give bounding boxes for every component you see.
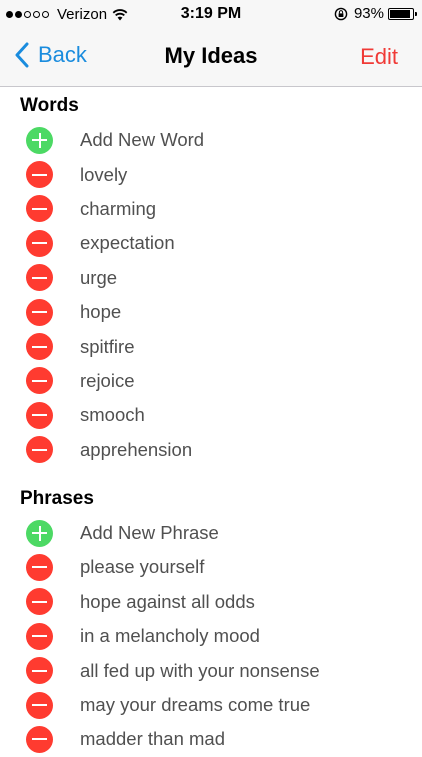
remove-icon[interactable] — [26, 367, 53, 395]
list-item-label: may your dreams come true — [80, 694, 311, 716]
phrases-section-header: Phrases — [20, 487, 94, 509]
list-item[interactable]: smooch — [0, 398, 422, 432]
list-item-label: lovely — [80, 163, 128, 185]
edit-button[interactable]: Edit — [360, 44, 398, 70]
list-item-label: hope — [80, 301, 122, 323]
list-item[interactable]: spitfire — [0, 329, 422, 363]
status-bar: Verizon 3:19 PM 93% — [0, 0, 422, 28]
remove-icon[interactable] — [26, 333, 53, 361]
list-item-label: rejoice — [80, 369, 135, 391]
phrases-list: Add New Phrase please yourself hope again… — [0, 516, 422, 757]
remove-icon[interactable] — [26, 622, 53, 650]
list-item-label: please yourself — [80, 556, 205, 578]
list-item[interactable]: urge — [0, 261, 422, 295]
remove-icon[interactable] — [26, 553, 53, 581]
list-item-label: all fed up with your nonsense — [80, 659, 320, 681]
list-item-label: charming — [80, 197, 157, 219]
remove-icon[interactable] — [26, 725, 53, 753]
list-item-label: urge — [80, 266, 118, 288]
ideas-list: Words Add New Word lovely charming expecta… — [0, 87, 422, 757]
list-item-label: hope against all odds — [80, 590, 255, 612]
remove-icon[interactable] — [26, 161, 53, 189]
battery-nub — [415, 11, 417, 16]
remove-icon[interactable] — [26, 657, 53, 685]
words-list: Add New Word lovely charming expectation ur… — [0, 123, 422, 467]
list-item-label: spitfire — [80, 335, 135, 357]
add-new-word-label: Add New Word — [80, 129, 205, 151]
remove-icon[interactable] — [26, 264, 53, 292]
words-section-header: Words — [20, 95, 79, 116]
list-item[interactable]: please yourself — [0, 550, 422, 584]
battery-icon — [388, 7, 417, 20]
list-item-label: expectation — [80, 232, 175, 254]
remove-icon[interactable] — [26, 195, 53, 223]
list-item[interactable]: lovely — [0, 157, 422, 191]
rotation-lock-icon — [334, 7, 348, 20]
list-item[interactable]: apprehension — [0, 433, 422, 467]
remove-icon[interactable] — [26, 436, 53, 464]
add-new-phrase-row[interactable]: Add New Phrase — [0, 516, 422, 550]
list-item[interactable]: may your dreams come true — [0, 688, 422, 722]
battery-percent: 93% — [353, 5, 384, 22]
add-new-word-row[interactable]: Add New Word — [0, 123, 422, 157]
add-icon[interactable] — [26, 126, 53, 154]
remove-icon[interactable] — [26, 691, 53, 719]
list-item[interactable]: hope against all odds — [0, 585, 422, 619]
list-item[interactable]: expectation — [0, 226, 422, 260]
add-icon[interactable] — [26, 519, 53, 547]
list-item-label: apprehension — [80, 438, 193, 460]
list-item[interactable]: all fed up with your nonsense — [0, 653, 422, 687]
battery-fill — [390, 9, 410, 18]
remove-icon[interactable] — [26, 229, 53, 257]
list-item[interactable]: madder than mad — [0, 722, 422, 756]
remove-icon[interactable] — [26, 298, 53, 326]
add-new-phrase-label: Add New Phrase — [80, 522, 219, 544]
status-right: 93% — [334, 5, 417, 22]
remove-icon[interactable] — [26, 401, 53, 429]
remove-icon[interactable] — [26, 588, 53, 616]
page-title: My Ideas — [164, 43, 258, 68]
list-item-label: in a melancholy mood — [80, 625, 260, 647]
list-item-label: madder than mad — [80, 728, 226, 750]
list-item[interactable]: in a melancholy mood — [0, 619, 422, 653]
navigation-bar: Back My Ideas Edit — [0, 28, 422, 87]
list-item[interactable]: hope — [0, 295, 422, 329]
list-item[interactable]: rejoice — [0, 364, 422, 398]
list-item[interactable]: charming — [0, 192, 422, 226]
list-item-label: smooch — [80, 404, 145, 426]
